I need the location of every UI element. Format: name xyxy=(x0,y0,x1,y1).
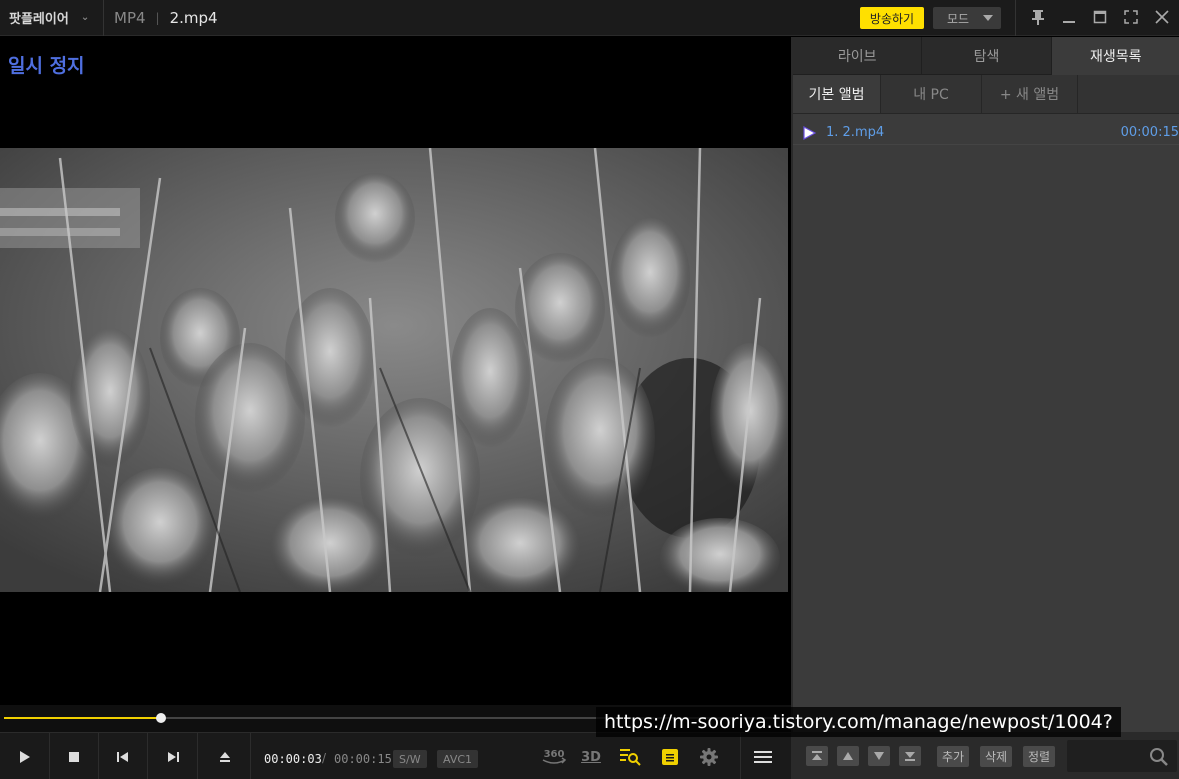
play-icon xyxy=(19,750,30,763)
dropdown-arrow-icon xyxy=(983,15,993,21)
tab-explore[interactable]: 탐색 xyxy=(922,37,1052,75)
divider xyxy=(1015,0,1016,36)
next-button[interactable] xyxy=(148,733,198,779)
url-overlay: https://m-sooriya.tistory.com/manage/new… xyxy=(596,707,1121,737)
tab-my-pc[interactable]: 내 PC xyxy=(881,75,982,113)
arrow-up-icon xyxy=(843,752,853,760)
3d-button[interactable]: 3D xyxy=(579,745,603,769)
playlist-item-name: 1. 2.mp4 xyxy=(826,125,885,140)
seek-handle[interactable] xyxy=(155,713,166,723)
menu-button[interactable] xyxy=(751,745,775,769)
play-button[interactable] xyxy=(0,733,50,779)
move-down-button[interactable] xyxy=(868,746,890,766)
broadcast-button[interactable]: 방송하기 xyxy=(860,7,924,29)
eject-icon xyxy=(219,751,230,762)
video-frame-image xyxy=(0,148,788,592)
time-separator: / xyxy=(322,751,327,765)
now-playing-icon xyxy=(803,125,816,140)
video-frame[interactable] xyxy=(0,148,788,592)
chevron-down-icon: ⌄ xyxy=(80,12,90,23)
total-time: 00:00:15 xyxy=(334,752,392,766)
move-bottom-button[interactable] xyxy=(899,746,921,766)
add-button[interactable]: 추가 xyxy=(937,746,970,767)
eject-button[interactable] xyxy=(199,733,251,779)
playlist-item[interactable]: 1. 2.mp4 00:00:15 xyxy=(793,121,1179,145)
mode-dropdown[interactable]: 모드 xyxy=(933,7,1001,29)
playback-status: 일시 정지 xyxy=(8,55,85,77)
video-area[interactable]: 일시 정지 xyxy=(0,37,791,705)
minimize-icon[interactable] xyxy=(1060,8,1078,26)
maximize-icon[interactable] xyxy=(1091,8,1109,26)
playlist-toolbar-bar: 추가 삭제 정렬 xyxy=(793,732,1179,779)
file-format: MP4 xyxy=(114,8,146,27)
subtitle-icon xyxy=(662,749,678,765)
stop-button[interactable] xyxy=(49,733,99,779)
delete-button[interactable]: 삭제 xyxy=(980,746,1013,767)
app-name: 팟플레이어 xyxy=(9,12,69,27)
move-to-top-icon xyxy=(812,751,822,760)
settings-button[interactable] xyxy=(697,745,721,769)
hamburger-menu-icon xyxy=(754,751,772,763)
stop-icon xyxy=(68,751,79,762)
search-icon[interactable] xyxy=(1149,747,1169,767)
divider: | xyxy=(155,10,160,25)
app-menu[interactable]: 팟플레이어 ⌄ xyxy=(0,8,103,27)
tab-default-album[interactable]: 기본 앨범 xyxy=(793,75,881,113)
3d-label: 3D xyxy=(581,749,601,765)
arrow-down-icon xyxy=(874,752,884,760)
previous-button[interactable] xyxy=(98,733,148,779)
sort-button[interactable]: 정렬 xyxy=(1023,746,1056,767)
tab-live[interactable]: 라이브 xyxy=(793,37,923,75)
fullscreen-icon[interactable] xyxy=(1122,8,1140,26)
vr-360-icon: 360 xyxy=(542,749,567,764)
playlist-search-input[interactable] xyxy=(1067,740,1177,772)
close-icon[interactable] xyxy=(1153,8,1171,26)
playlist-item-duration: 00:00:15 xyxy=(1120,125,1179,140)
vr-360-label: 360 xyxy=(544,749,565,760)
skip-next-icon xyxy=(167,751,179,762)
album-tabs: 기본 앨범 내 PC + 새 앨범 xyxy=(793,75,1179,114)
playlist-search-button[interactable] xyxy=(618,745,642,769)
divider xyxy=(740,733,741,779)
current-time: 00:00:03 xyxy=(264,752,322,766)
mode-label: 모드 xyxy=(947,11,970,26)
subtitle-button[interactable] xyxy=(658,745,682,769)
new-album-button[interactable]: + 새 앨범 xyxy=(982,75,1078,113)
decoder-mode-badge[interactable]: S/W xyxy=(393,750,427,768)
file-name: 2.mp4 xyxy=(169,8,218,27)
codec-badge[interactable]: AVC1 xyxy=(437,750,479,768)
pin-icon[interactable] xyxy=(1029,8,1047,26)
tab-playlist[interactable]: 재생목록 xyxy=(1051,37,1179,75)
seek-bar-progress xyxy=(4,717,161,719)
gear-icon xyxy=(700,748,718,766)
move-to-bottom-icon xyxy=(905,752,915,761)
panel-tabs: 라이브 탐색 재생목록 xyxy=(793,37,1179,75)
move-top-button[interactable] xyxy=(806,746,828,766)
skip-previous-icon xyxy=(116,751,128,762)
vr-360-button[interactable]: 360 xyxy=(540,745,568,769)
playlist-panel: 라이브 탐색 재생목록 기본 앨범 내 PC + 새 앨범 1. 2.mp4 0… xyxy=(791,37,1179,779)
title-bar: 팟플레이어 ⌄ MP4 | 2.mp4 방송하기 모드 xyxy=(0,0,1179,36)
move-up-button[interactable] xyxy=(837,746,859,766)
list-search-icon xyxy=(620,749,641,766)
playback-controls: 00:00:03 / 00:00:15 S/W AVC1 360 3D xyxy=(0,732,791,779)
